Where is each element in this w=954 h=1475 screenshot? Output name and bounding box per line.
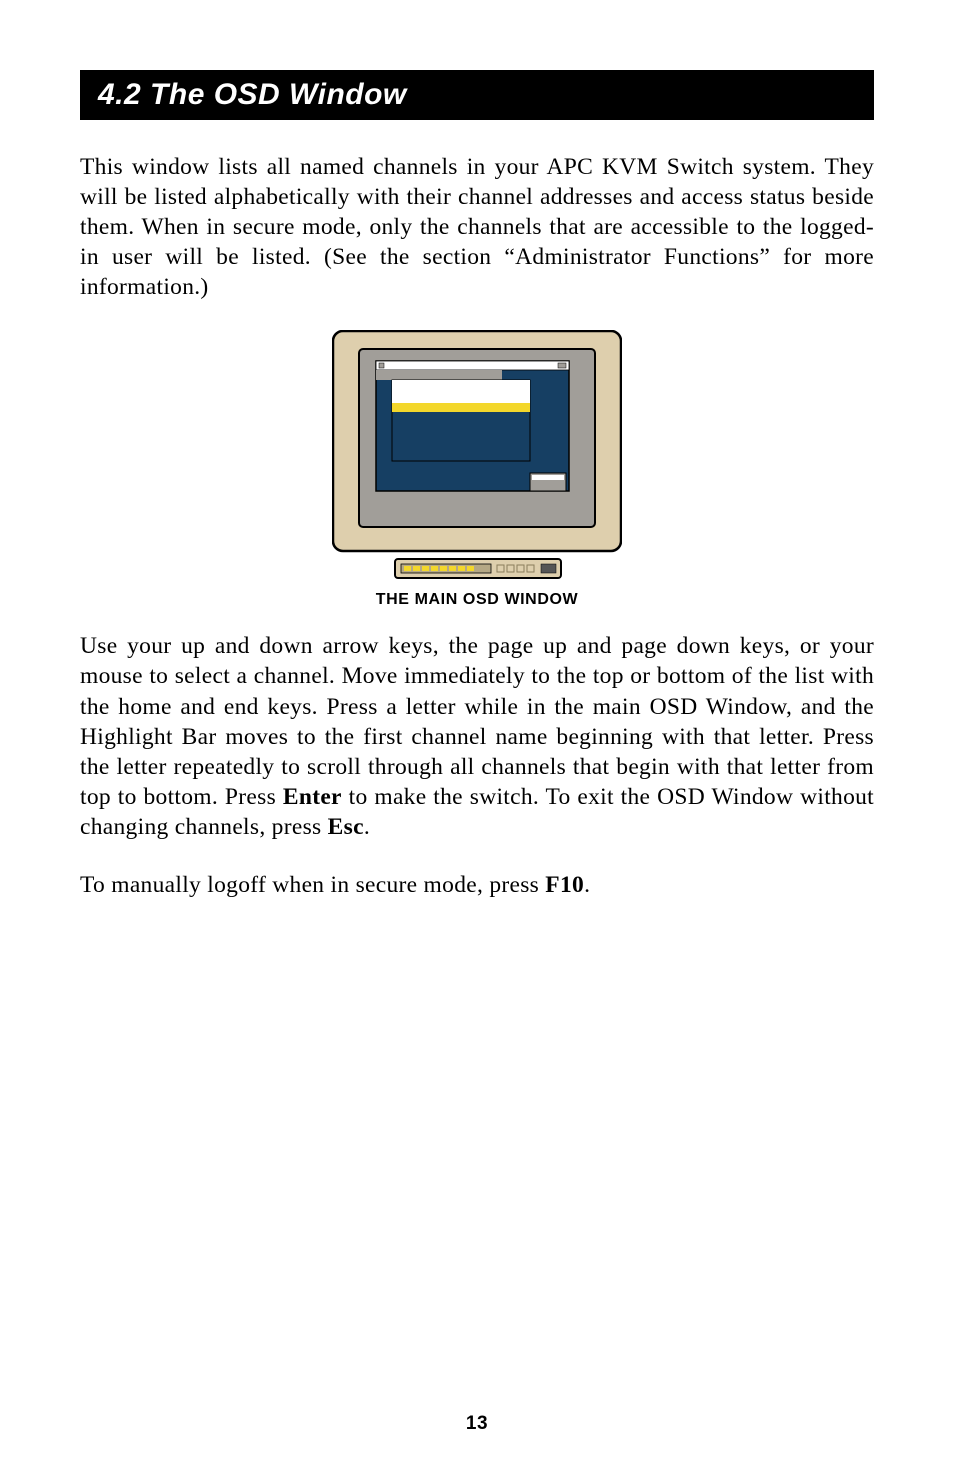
logoff-text-b: . [584,872,590,898]
intro-paragraph: This window lists all named channels in … [80,152,874,302]
figure-container: THE MAIN OSD WINDOW [80,330,874,609]
section-heading: 4.2 The OSD Window [80,70,874,120]
logoff-paragraph: To manually logoff when in secure mode, … [80,870,874,900]
page-number: 13 [0,1413,954,1435]
usage-text-c: . [364,814,370,840]
usage-paragraph: Use your up and down arrow keys, the pag… [80,631,874,842]
osd-window-illustration [332,330,622,585]
enter-key-label: Enter [283,784,342,810]
esc-key-label: Esc [328,814,364,840]
document-page: 4.2 The OSD Window This window lists all… [0,0,954,1475]
f10-key-label: F10 [545,872,584,898]
figure-caption: THE MAIN OSD WINDOW [80,591,874,609]
logoff-text-a: To manually logoff when in secure mode, … [80,872,545,898]
